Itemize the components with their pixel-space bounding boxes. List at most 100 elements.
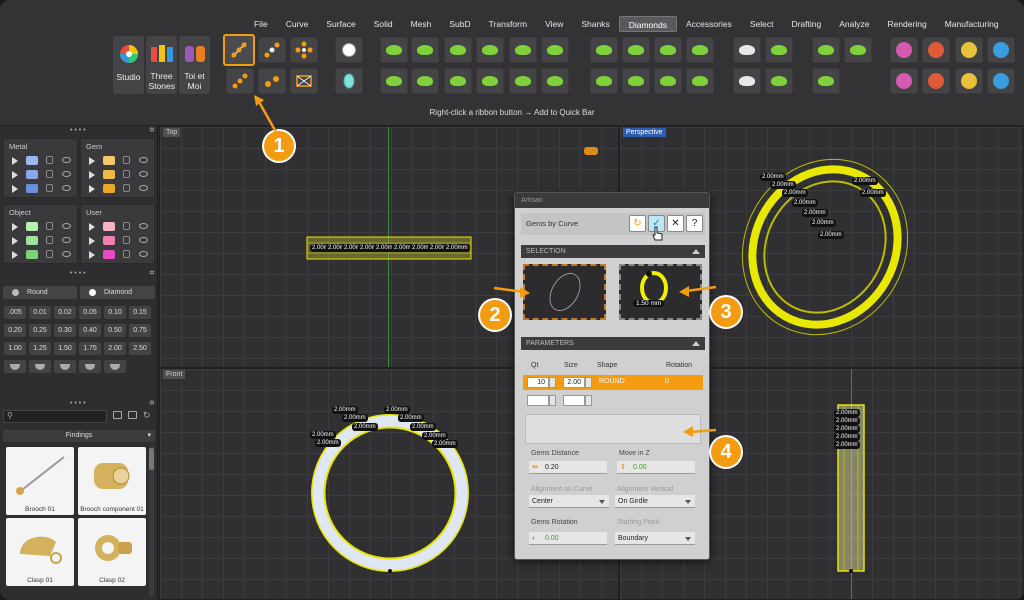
size-cell[interactable]: 0.30	[54, 324, 76, 337]
expand-icon[interactable]	[89, 223, 95, 231]
finding-thumb-clasp-01[interactable]: Clasp 01	[6, 518, 74, 586]
menu-tab-transform[interactable]: Transform	[480, 16, 536, 32]
eye-icon[interactable]	[139, 157, 148, 163]
selection-header[interactable]: SELECTION	[521, 245, 705, 258]
gems-scatter-button[interactable]	[258, 68, 286, 94]
menu-tab-drafting[interactable]: Drafting	[782, 16, 830, 32]
panel-settings-icon[interactable]: ✲	[149, 126, 155, 136]
round-gem-button[interactable]	[335, 37, 363, 63]
eye-icon[interactable]	[139, 223, 148, 229]
gems-pattern-button[interactable]	[290, 68, 318, 94]
setting-button[interactable]	[922, 37, 950, 63]
setting-button[interactable]	[812, 68, 840, 94]
eye-icon[interactable]	[62, 185, 71, 191]
size-cell[interactable]: 0.40	[79, 324, 101, 337]
size-cell[interactable]: 0.50	[104, 324, 126, 337]
scrollbar-thumb[interactable]	[149, 448, 154, 470]
layer-row[interactable]	[8, 235, 76, 246]
folder-icon[interactable]	[113, 411, 122, 419]
setting-button[interactable]	[509, 68, 537, 94]
lock-icon[interactable]	[46, 250, 53, 258]
lock-icon[interactable]	[123, 170, 130, 178]
eye-icon[interactable]	[62, 237, 71, 243]
lock-icon[interactable]	[46, 222, 53, 230]
menu-tab-diamonds[interactable]: Diamonds	[618, 16, 677, 32]
param-row[interactable]: 10 2.00 ROUND 0	[523, 375, 703, 390]
eye-icon[interactable]	[139, 185, 148, 191]
layer-row[interactable]	[8, 249, 76, 260]
layer-row[interactable]	[8, 169, 76, 180]
finding-thumb-brooch[interactable]: Brooch 01	[6, 447, 74, 515]
menu-tab-solid[interactable]: Solid	[365, 16, 402, 32]
collapse-icon[interactable]	[692, 249, 700, 254]
panel-settings-icon[interactable]: ✲	[149, 399, 155, 409]
setting-button[interactable]	[590, 68, 618, 94]
eye-icon[interactable]	[139, 237, 148, 243]
parameters-header[interactable]: PARAMETERS	[521, 337, 705, 350]
eye-icon[interactable]	[139, 171, 148, 177]
setting-button[interactable]	[654, 68, 682, 94]
setting-button[interactable]	[590, 37, 618, 63]
gem-profile-button[interactable]	[104, 360, 126, 373]
lock-icon[interactable]	[123, 222, 130, 230]
align-curve-select[interactable]: Center	[529, 495, 609, 508]
setting-button[interactable]	[955, 37, 983, 63]
gumball-icon[interactable]	[584, 147, 598, 155]
setting-button[interactable]	[812, 37, 840, 63]
lock-icon[interactable]	[123, 184, 130, 192]
gem-profile-button[interactable]	[79, 360, 101, 373]
setting-button[interactable]	[622, 37, 650, 63]
setting-button[interactable]	[380, 68, 408, 94]
findings-header[interactable]: Findings ▾	[3, 430, 155, 442]
layer-color-swatch[interactable]	[103, 250, 115, 259]
size-input[interactable]	[563, 395, 585, 406]
refresh-button[interactable]: ↻	[629, 215, 646, 232]
curve-selection-slot[interactable]	[523, 264, 606, 320]
lock-icon[interactable]	[46, 156, 53, 164]
search-input[interactable]: ⚲	[3, 410, 107, 423]
expand-icon[interactable]	[89, 171, 95, 179]
size-cell[interactable]: 0.02	[54, 306, 76, 319]
gems-distance-input[interactable]: ⇹ 0.20	[529, 461, 607, 474]
setting-button[interactable]	[622, 68, 650, 94]
expand-icon[interactable]	[12, 237, 18, 245]
layer-color-swatch[interactable]	[26, 250, 38, 259]
menu-tab-surface[interactable]: Surface	[317, 16, 364, 32]
setting-button[interactable]	[765, 37, 793, 63]
viewport-label[interactable]: Perspective	[623, 128, 666, 137]
size-cell[interactable]: 0.05	[79, 306, 101, 319]
setting-button[interactable]	[444, 37, 472, 63]
setting-button[interactable]	[987, 37, 1015, 63]
qt-stepper[interactable]	[549, 395, 556, 406]
close-button[interactable]: ✕	[667, 215, 684, 232]
setting-button[interactable]	[476, 68, 504, 94]
menu-tab-curve[interactable]: Curve	[277, 16, 318, 32]
artisan-title[interactable]: Artisan	[515, 193, 709, 208]
menu-tab-view[interactable]: View	[536, 16, 572, 32]
gem-cut-select[interactable]: Round	[3, 286, 77, 299]
layer-color-swatch[interactable]	[103, 222, 115, 231]
layer-row[interactable]	[85, 155, 153, 166]
gems-line-button[interactable]	[258, 37, 286, 63]
panel-grip[interactable]: • • • •	[70, 127, 86, 137]
size-cell[interactable]: 1.75	[79, 342, 101, 355]
gems-by-curve-button[interactable]	[223, 34, 255, 66]
eye-icon[interactable]	[62, 223, 71, 229]
gem-type-select[interactable]: Diamond	[80, 286, 155, 299]
layer-row[interactable]	[85, 249, 153, 260]
setting-button[interactable]	[987, 68, 1015, 94]
qt-input[interactable]	[527, 395, 549, 406]
viewport-label[interactable]: Front	[163, 370, 186, 379]
lock-icon[interactable]	[46, 236, 53, 244]
setting-button[interactable]	[476, 37, 504, 63]
layer-row[interactable]	[85, 183, 153, 194]
gem-profile-button[interactable]	[29, 360, 51, 373]
expand-icon[interactable]	[89, 185, 95, 193]
layer-color-swatch[interactable]	[103, 170, 115, 179]
panel-settings-icon[interactable]: ✲	[149, 269, 155, 279]
expand-icon[interactable]	[12, 171, 18, 179]
menu-tab-subd[interactable]: SubD	[440, 16, 479, 32]
expand-icon[interactable]	[89, 237, 95, 245]
setting-button[interactable]	[733, 68, 761, 94]
size-cell[interactable]: 0.15	[129, 306, 151, 319]
